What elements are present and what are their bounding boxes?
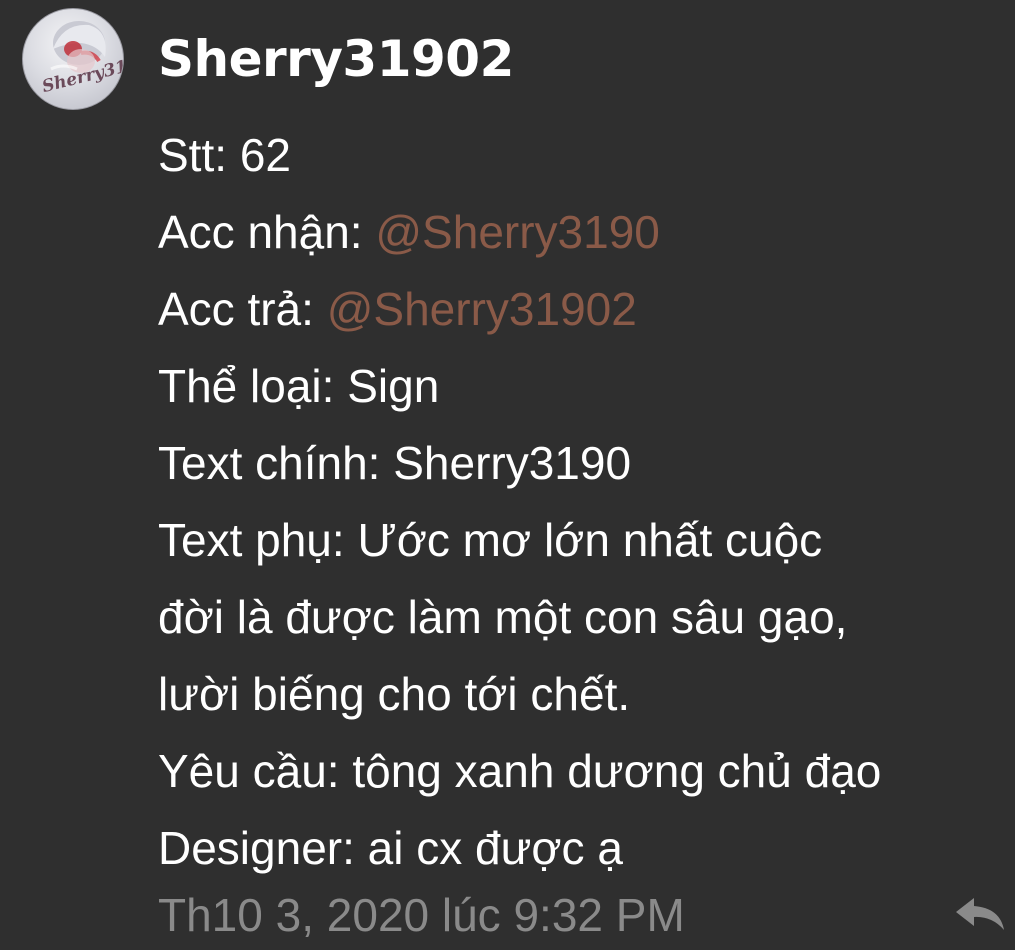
line-label: Acc trả: — [158, 283, 327, 335]
line-value: đời là được làm một con sâu gạo, — [158, 591, 848, 643]
body-line-acc-nhan: Acc nhận: @Sherry3190 — [158, 194, 1013, 271]
comment-item: Sherry3190 Sherry31902 Stt: 62 Acc nhận:… — [0, 0, 1015, 942]
body-line-yeu-cau: Yêu cầu: tông xanh dương chủ đạo — [158, 733, 1013, 810]
comment-body: Stt: 62 Acc nhận: @Sherry3190 Acc trả: @… — [158, 117, 1013, 887]
line-label: Text phụ: — [158, 514, 358, 566]
line-label: Designer: — [158, 822, 368, 874]
mention-link[interactable]: @Sherry3190 — [375, 206, 660, 258]
reply-arrow-icon[interactable] — [952, 894, 1008, 934]
line-label: Yêu cầu: — [158, 745, 353, 797]
line-value: Ước mơ lớn nhất cuộc — [357, 514, 823, 566]
comment-timestamp: Th10 3, 2020 lúc 9:32 PM — [158, 889, 685, 941]
line-value: Sherry3190 — [393, 437, 632, 489]
line-value: lười biếng cho tới chết. — [158, 668, 631, 720]
body-line-stt: Stt: 62 — [158, 117, 1013, 194]
line-value: Sign — [347, 360, 440, 412]
comment-author-name[interactable]: Sherry31902 — [158, 28, 514, 90]
line-value: 62 — [239, 129, 291, 181]
body-line-text-phu: Text phụ: Ước mơ lớn nhất cuộc — [158, 502, 1013, 579]
line-value: tông xanh dương chủ đạo — [352, 745, 882, 797]
body-line-text-phu-cont-1: đời là được làm một con sâu gạo, — [158, 579, 1013, 656]
mention-link[interactable]: @Sherry31902 — [327, 283, 637, 335]
user-avatar[interactable]: Sherry3190 — [22, 8, 124, 110]
body-line-the-loai: Thể loại: Sign — [158, 348, 1013, 425]
line-value: ai cx được ạ — [367, 822, 623, 874]
body-line-acc-tra: Acc trả: @Sherry31902 — [158, 271, 1013, 348]
line-label: Stt: — [158, 129, 240, 181]
line-label: Thể loại: — [158, 360, 348, 412]
line-label: Acc nhận: — [158, 206, 376, 258]
body-line-text-chinh: Text chính: Sherry3190 — [158, 425, 1013, 502]
line-label: Text chính: — [158, 437, 394, 489]
body-line-designer: Designer: ai cx được ạ — [158, 810, 1013, 887]
body-line-text-phu-cont-2: lười biếng cho tới chết. — [158, 656, 1013, 733]
